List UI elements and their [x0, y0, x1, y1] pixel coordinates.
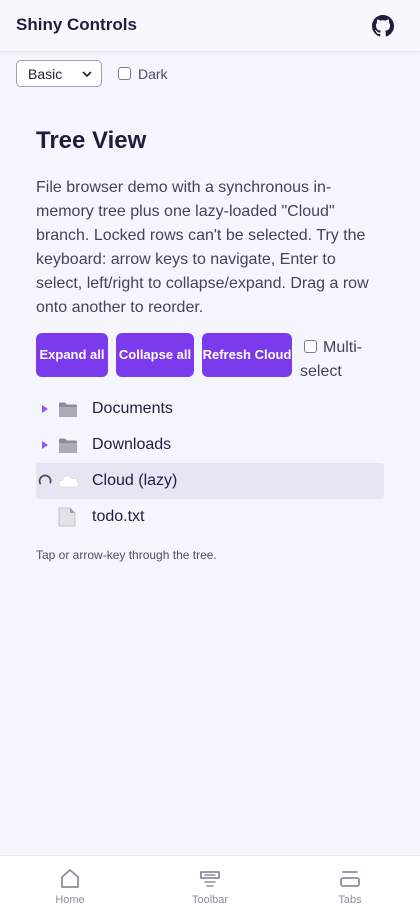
chevron-down-icon — [82, 71, 92, 78]
tree-row-label: todo.txt — [92, 508, 145, 525]
refresh-cloud-button[interactable]: Refresh Cloud — [202, 333, 292, 377]
tree-row-label: Cloud (lazy) — [92, 472, 178, 489]
nav-label: Toolbar — [191, 894, 229, 906]
dark-checkbox[interactable] — [118, 67, 131, 80]
expand-all-button[interactable]: Expand all — [36, 333, 108, 377]
top-app-bar: Shiny Controls — [0, 0, 420, 52]
caret-right-icon[interactable] — [36, 427, 54, 463]
tabs-icon — [340, 871, 360, 887]
file-icon — [58, 499, 84, 535]
tree-view: Documents Downloads Cloud (lazy) todo.tx… — [36, 391, 384, 535]
cloud-icon — [58, 463, 84, 499]
tree-row-documents[interactable]: Documents — [36, 391, 384, 427]
nav-label: Home — [55, 894, 85, 906]
multi-select-toggle[interactable]: Multi-select — [300, 336, 380, 384]
toolbar-icon — [200, 871, 220, 887]
nav-item-toolbar[interactable]: Toolbar — [140, 856, 280, 912]
tree-row-cloud[interactable]: Cloud (lazy) — [36, 463, 384, 499]
theme-select[interactable]: Basic — [16, 60, 102, 87]
nav-item-home[interactable]: Home — [0, 856, 140, 912]
multi-select-checkbox[interactable] — [304, 340, 317, 353]
folder-icon — [58, 391, 84, 427]
tree-row-label: Documents — [92, 400, 173, 417]
bottom-nav: Home Toolbar Tabs — [0, 855, 420, 912]
folder-icon — [58, 427, 84, 463]
nav-item-tabs[interactable]: Tabs — [280, 856, 420, 912]
home-icon — [61, 869, 79, 888]
controls-bar: Basic Dark — [16, 60, 168, 87]
tree-row-label: Downloads — [92, 436, 172, 453]
theme-select-value: Basic — [28, 65, 63, 82]
dark-label: Dark — [138, 65, 168, 82]
tree-row-downloads[interactable]: Downloads — [36, 427, 384, 463]
tree-actions: Expand all Collapse all Refresh Cloud Mu… — [36, 333, 380, 384]
tree-row-todo[interactable]: todo.txt — [36, 499, 384, 535]
github-icon[interactable] — [372, 15, 394, 37]
page-title: Tree View — [36, 127, 147, 154]
caret-right-icon[interactable] — [36, 391, 54, 427]
page-description: File browser demo with a synchronous in-… — [36, 179, 369, 316]
dark-toggle[interactable]: Dark — [118, 66, 168, 82]
loading-spinner-icon — [36, 463, 54, 499]
status-text: Tap or arrow-key through the tree. — [36, 548, 217, 562]
collapse-all-button[interactable]: Collapse all — [116, 333, 194, 377]
app-title: Shiny Controls — [16, 15, 137, 34]
nav-label: Tabs — [338, 894, 362, 906]
